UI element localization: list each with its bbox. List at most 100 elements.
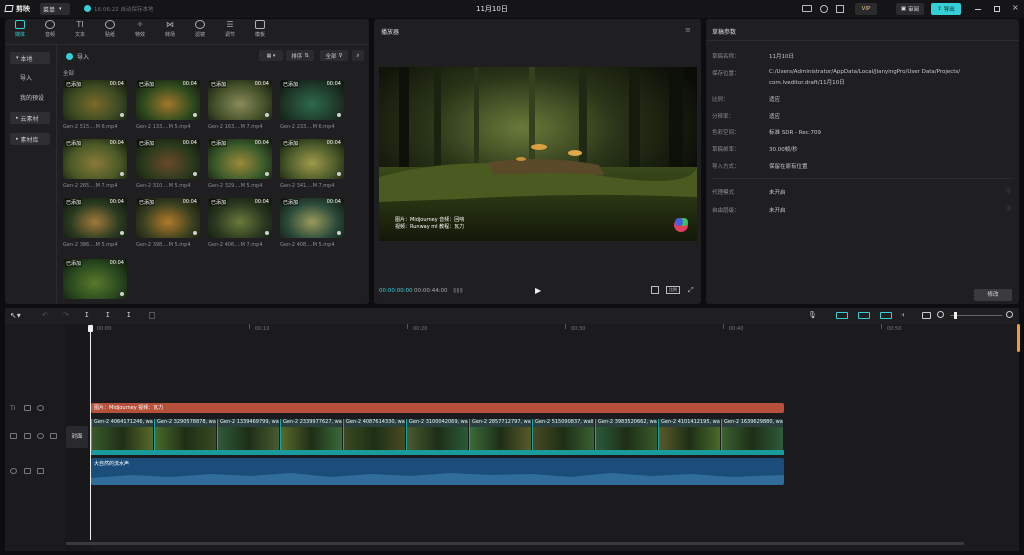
- sidebar-item-import[interactable]: 导入: [14, 71, 54, 83]
- delete-icon[interactable]: [149, 312, 155, 319]
- close-icon[interactable]: ×: [1012, 3, 1019, 12]
- horizontal-scrollbar[interactable]: [66, 542, 964, 545]
- link-main-icon[interactable]: [836, 312, 848, 319]
- favorite-icon[interactable]: [120, 231, 124, 235]
- tab-media[interactable]: 媒体: [5, 20, 35, 42]
- vip-badge[interactable]: VIP: [855, 3, 877, 15]
- tab-transition[interactable]: ⋈ 转场: [155, 20, 185, 42]
- layout-icon[interactable]: [820, 5, 828, 13]
- redo-icon[interactable]: ↷: [63, 311, 69, 319]
- media-thumbnail[interactable]: 已添加 00:04: [208, 198, 272, 238]
- caption-icon[interactable]: [922, 312, 931, 319]
- vertical-scrollbar[interactable]: [1017, 324, 1020, 352]
- duration-label: 00:04: [109, 260, 124, 266]
- sidebar-item-cloud[interactable]: ▸ 云素材: [10, 112, 50, 124]
- shortcut-icon[interactable]: [802, 5, 812, 12]
- media-thumbnail[interactable]: 已添加 00:04: [280, 80, 344, 120]
- microphone-icon[interactable]: 🎙: [808, 311, 817, 319]
- sidebar-item-presets[interactable]: 我的预设: [14, 91, 58, 103]
- expand-icon[interactable]: ⤢: [688, 286, 694, 295]
- settings-icon[interactable]: [836, 5, 844, 13]
- export-button[interactable]: ⇪ 导出: [931, 3, 961, 15]
- import-button[interactable]: 导入: [66, 51, 100, 62]
- favorite-icon[interactable]: [120, 292, 124, 296]
- media-thumbnail[interactable]: 已添加 00:04: [280, 198, 344, 238]
- edit-button[interactable]: 修改: [974, 289, 1012, 301]
- split-icon[interactable]: ⵊ: [85, 311, 89, 319]
- lock-icon[interactable]: [24, 433, 31, 439]
- favorite-icon[interactable]: [337, 113, 341, 117]
- sidebar-item-library[interactable]: ▸ 素材库: [10, 133, 50, 145]
- favorite-icon[interactable]: [193, 231, 197, 235]
- draft-panel: [706, 19, 1019, 304]
- share-button[interactable]: ▣ 审阅: [896, 3, 924, 15]
- filter-button[interactable]: 全部 ⊽: [320, 50, 348, 61]
- link-preview-icon[interactable]: [880, 312, 892, 319]
- media-thumbnail[interactable]: 已添加 00:04: [208, 80, 272, 120]
- playhead[interactable]: [90, 326, 91, 540]
- favorite-icon[interactable]: [120, 113, 124, 117]
- media-thumbnail[interactable]: 已添加 00:04: [136, 80, 200, 120]
- split-right-icon[interactable]: ⵊ: [127, 311, 131, 319]
- current-time: 00:00:00:00: [379, 288, 413, 294]
- menu-button[interactable]: 菜单 ▾: [40, 3, 70, 15]
- zoom-slider[interactable]: [950, 315, 1002, 316]
- favorite-icon[interactable]: [265, 231, 269, 235]
- text-clip[interactable]: 图片：Midjourney 视频：瓦力: [91, 403, 784, 413]
- sidebar-item-local[interactable]: ▾ 本地: [10, 52, 50, 64]
- media-thumbnail[interactable]: 已添加 00:04: [63, 139, 127, 179]
- tab-audio[interactable]: 音频: [35, 20, 65, 42]
- zoom-in-icon[interactable]: [1006, 311, 1013, 318]
- media-thumbnail[interactable]: 已添加 00:04: [63, 259, 127, 299]
- info-icon[interactable]: ⓘ: [1006, 205, 1011, 212]
- favorite-icon[interactable]: [265, 113, 269, 117]
- duration-label: 00:04: [254, 81, 269, 87]
- lock-icon[interactable]: [24, 405, 31, 411]
- fullscreen-crop-icon[interactable]: [651, 286, 659, 294]
- duration-label: 00:04: [254, 140, 269, 146]
- tab-text[interactable]: TI 文本: [65, 20, 95, 42]
- favorite-icon[interactable]: [193, 113, 197, 117]
- favorite-icon[interactable]: [120, 172, 124, 176]
- media-thumbnail[interactable]: 已添加 00:04: [208, 139, 272, 179]
- view-toggle-button[interactable]: ▦ ▾: [259, 50, 283, 61]
- minimize-icon[interactable]: [975, 9, 981, 10]
- eye-icon[interactable]: [37, 433, 44, 439]
- mute-icon[interactable]: [37, 468, 44, 474]
- media-thumbnail[interactable]: 已添加 00:04: [63, 198, 127, 238]
- ratio-button[interactable]: 比例: [666, 286, 680, 294]
- favorite-icon[interactable]: [193, 172, 197, 176]
- playhead-handle[interactable]: [88, 325, 93, 332]
- favorite-icon[interactable]: [265, 172, 269, 176]
- media-thumbnail[interactable]: 已添加 00:04: [280, 139, 344, 179]
- media-thumbnail[interactable]: 已添加 00:04: [136, 139, 200, 179]
- favorite-icon[interactable]: [337, 172, 341, 176]
- tab-sticker[interactable]: 贴纸: [95, 20, 125, 42]
- zoom-out-icon[interactable]: [937, 311, 944, 318]
- maximize-icon[interactable]: [994, 6, 1000, 12]
- lock-icon[interactable]: [24, 468, 31, 474]
- mute-icon[interactable]: [50, 433, 57, 439]
- play-icon[interactable]: ▶: [535, 286, 541, 295]
- center-split-icon[interactable]: ⫞: [901, 311, 905, 320]
- tab-template[interactable]: 模板: [245, 20, 275, 42]
- preview-subtitle-1: 图片：Midjourney 音频：回响: [395, 217, 465, 223]
- audio-clip[interactable]: 大自然的流水声: [91, 458, 784, 485]
- tab-effects[interactable]: ✧ 特效: [125, 20, 155, 42]
- info-icon[interactable]: ⓘ: [1006, 187, 1011, 194]
- favorite-icon[interactable]: [337, 231, 341, 235]
- split-left-icon[interactable]: ⵊ: [106, 311, 110, 319]
- cover-button[interactable]: 封面: [66, 426, 88, 448]
- zoom-slider-handle[interactable]: [954, 312, 957, 319]
- player-menu-icon[interactable]: ≡: [685, 26, 691, 34]
- link-audio-icon[interactable]: [858, 312, 870, 319]
- media-thumbnail[interactable]: 已添加 00:04: [63, 80, 127, 120]
- sort-button[interactable]: 排序 ⇅: [286, 50, 314, 61]
- tab-filter[interactable]: 滤镜: [185, 20, 215, 42]
- tab-adjust[interactable]: ☰ 调节: [215, 20, 245, 42]
- undo-icon[interactable]: ↶: [42, 311, 48, 319]
- select-tool-icon[interactable]: ↖▾: [10, 311, 21, 320]
- eye-icon[interactable]: [37, 405, 44, 411]
- search-icon[interactable]: ⌕: [352, 50, 364, 61]
- media-thumbnail[interactable]: 已添加 00:04: [136, 198, 200, 238]
